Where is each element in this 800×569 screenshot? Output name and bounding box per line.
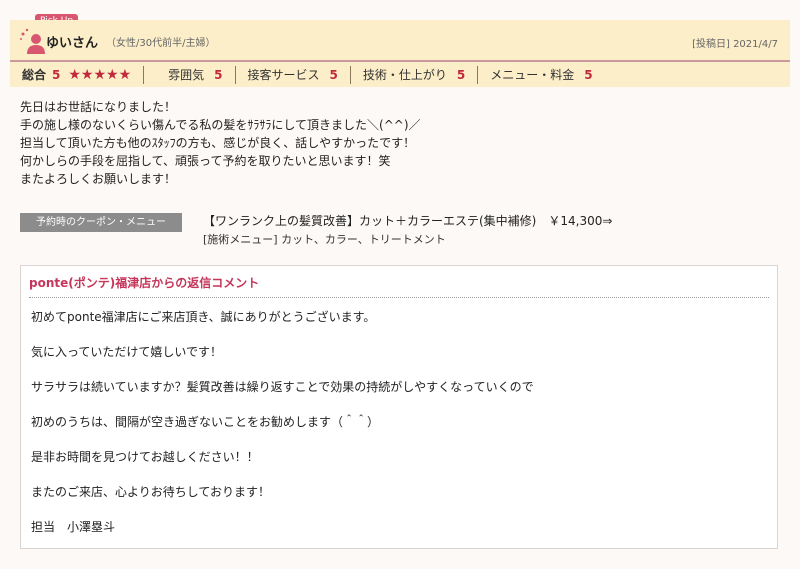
reply-title: ponte(ポンテ)福津店からの返信コメント [29, 276, 260, 290]
rating-total-label: 総合 [22, 68, 47, 82]
coupon-tag: 予約時のクーポン・メニュー [20, 213, 182, 232]
review-line: 担当して頂いた方も他のｽﾀｯﾌの方も、感じが良く、話しやすかったです！ [20, 136, 416, 150]
review-line: 手の施し様のないくらい傷んでる私の髪をｻﾗｻﾗにして頂きました＼(^^)／ [20, 118, 421, 132]
reply-line: 初めのうちは、間隔が空き過ぎないことをお勧めします（＾＾） [31, 415, 380, 429]
rating-value: 5 [329, 67, 338, 82]
rating-menu-price: メニュー・料金 5 [478, 66, 604, 84]
rating-label: 接客サービス [247, 68, 320, 82]
review-line: 先日はお世話になりました！ [20, 100, 177, 114]
reply-line: 是非お時間を見つけてお越しください！！ [31, 450, 259, 464]
review-line: 何かしらの手段を屈指して、頑張って予約を取りたいと思います！笑 [20, 154, 391, 168]
rating-stars: ★★★★★ [68, 66, 132, 83]
rating-total-value: 5 [52, 67, 61, 82]
rating-value: 5 [584, 67, 593, 82]
review-body: 先日はお世話になりました！ 手の施し様のないくらい傷んでる私の髪をｻﾗｻﾗにして… [20, 98, 780, 188]
coupon-link[interactable]: 【ワンランク上の髪質改善】カット＋カラーエステ(集中補修) ￥14,300⇒ [203, 212, 612, 229]
rating-technique: 技術・仕上がり 5 [351, 65, 479, 84]
rating-label: 雰囲気 [168, 68, 205, 82]
review-line: またよろしくお願いします！ [20, 172, 177, 186]
rating-value: 5 [214, 67, 223, 82]
reply-line: サラサラは続いていますか？髪質改善は繰り返すことで効果の持続がしやすくなっていく… [31, 380, 534, 394]
rating-service: 接客サービス 5 [236, 65, 351, 84]
ratings-bar: 総合 5 ★★★★★ 雰囲気 5 接客サービス 5 技術・仕上がり 5 メニュー… [10, 62, 790, 87]
rating-label: メニュー・料金 [490, 68, 575, 82]
reply-line: 気に入っていただけて嬉しいです！ [31, 345, 223, 359]
reply-line: 担当 小澤塁斗 [31, 520, 116, 534]
post-date: [投稿日] 2021/4/7 [692, 39, 778, 50]
rating-label: 技術・仕上がり [362, 68, 447, 82]
reviewer-name[interactable]: ゆいさん [46, 32, 98, 51]
rating-total: 総合 5 ★★★★★ [10, 65, 145, 84]
reviewer-attributes: （女性/30代前半/主婦） [106, 38, 216, 49]
rating-atmosphere: 雰囲気 5 [144, 65, 236, 84]
rating-value: 5 [456, 67, 466, 82]
salon-reply-box: ponte(ポンテ)福津店からの返信コメント 初めてponte福津店にご来店頂き… [20, 265, 778, 549]
reply-line: またのご来店、心よりお待ちしております！ [31, 485, 271, 499]
reply-body: 初めてponte福津店にご来店頂き、誠にありがとうございます。 気に入っていただ… [31, 308, 761, 553]
coupon-menu-details: [施術メニュー] カット、カラー、トリートメント [203, 233, 446, 246]
reply-divider [29, 297, 769, 298]
reply-line: 初めてponte福津店にご来店頂き、誠にありがとうございます。 [31, 310, 376, 324]
user-avatar-icon [20, 28, 45, 54]
